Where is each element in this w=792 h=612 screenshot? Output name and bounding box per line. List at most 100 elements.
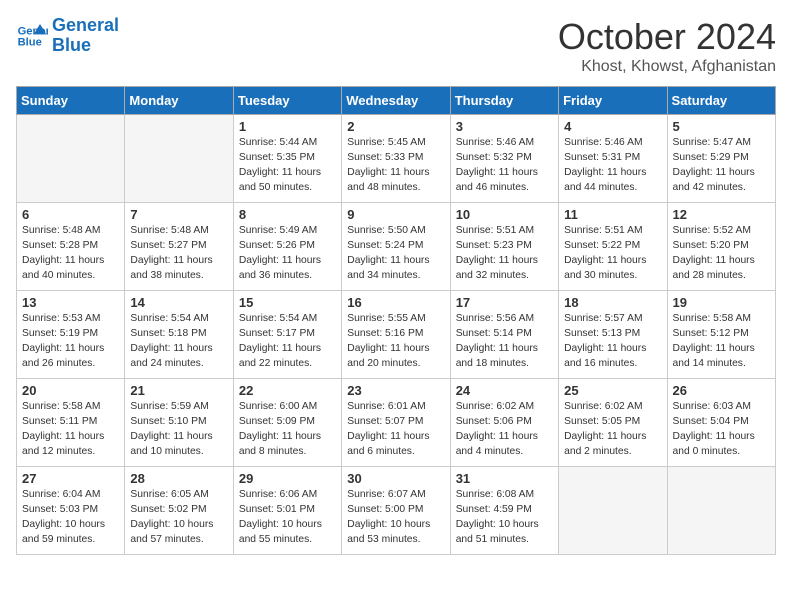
calendar-cell: 4Sunrise: 5:46 AMSunset: 5:31 PMDaylight… <box>559 115 667 203</box>
calendar-week-row: 20 Sunrise: 5:58 AMSunset: 5:11 PMDayligh… <box>17 379 776 467</box>
day-info: Sunrise: 5:48 AMSunset: 5:28 PMDaylight:… <box>22 224 119 284</box>
calendar-cell: 26 Sunrise: 6:03 AMSunset: 5:04 PMDayligh… <box>667 379 775 467</box>
day-number: 8 <box>239 207 336 222</box>
day-number: 16 <box>347 295 444 310</box>
logo: General Blue General Blue <box>16 16 119 56</box>
day-number: 22 <box>239 383 336 398</box>
calendar-cell: 3 Sunrise: 5:46 AMSunset: 5:32 PMDaylight… <box>450 115 558 203</box>
logo-icon: General Blue <box>16 20 48 52</box>
day-number: 20 <box>22 383 119 398</box>
calendar-week-row: 6Sunrise: 5:48 AMSunset: 5:28 PMDaylight… <box>17 203 776 291</box>
calendar-cell: 11Sunrise: 5:51 AMSunset: 5:22 PMDayligh… <box>559 203 667 291</box>
day-info: Sunrise: 5:58 AMSunset: 5:11 PMDaylight:… <box>22 400 119 460</box>
calendar-cell: 12 Sunrise: 5:52 AMSunset: 5:20 PMDayligh… <box>667 203 775 291</box>
calendar-cell: 20 Sunrise: 5:58 AMSunset: 5:11 PMDayligh… <box>17 379 125 467</box>
calendar-week-row: 13 Sunrise: 5:53 AMSunset: 5:19 PMDayligh… <box>17 291 776 379</box>
day-info: Sunrise: 5:49 AMSunset: 5:26 PMDaylight:… <box>239 224 336 284</box>
column-header-sunday: Sunday <box>17 87 125 115</box>
day-info: Sunrise: 6:04 AMSunset: 5:03 PMDaylight:… <box>22 488 119 548</box>
calendar-cell: 1Sunrise: 5:44 AMSunset: 5:35 PMDaylight… <box>233 115 341 203</box>
day-number: 30 <box>347 471 444 486</box>
day-info: Sunrise: 6:07 AMSunset: 5:00 PMDaylight:… <box>347 488 444 548</box>
calendar-cell: 2 Sunrise: 5:45 AMSunset: 5:33 PMDaylight… <box>342 115 450 203</box>
day-number: 28 <box>130 471 227 486</box>
day-number: 19 <box>673 295 770 310</box>
calendar-cell <box>125 115 233 203</box>
day-number: 13 <box>22 295 119 310</box>
day-info: Sunrise: 5:45 AMSunset: 5:33 PMDaylight:… <box>347 136 444 196</box>
column-header-wednesday: Wednesday <box>342 87 450 115</box>
day-info: Sunrise: 5:55 AMSunset: 5:16 PMDaylight:… <box>347 312 444 372</box>
calendar-week-row: 1Sunrise: 5:44 AMSunset: 5:35 PMDaylight… <box>17 115 776 203</box>
day-info: Sunrise: 6:00 AMSunset: 5:09 PMDaylight:… <box>239 400 336 460</box>
day-number: 11 <box>564 207 661 222</box>
day-number: 1 <box>239 119 336 134</box>
day-info: Sunrise: 6:06 AMSunset: 5:01 PMDaylight:… <box>239 488 336 548</box>
day-number: 12 <box>673 207 770 222</box>
location-title: Khost, Khowst, Afghanistan <box>558 58 776 76</box>
logo-text: General Blue <box>52 16 119 56</box>
day-info: Sunrise: 6:03 AMSunset: 5:04 PMDaylight:… <box>673 400 770 460</box>
day-info: Sunrise: 6:05 AMSunset: 5:02 PMDaylight:… <box>130 488 227 548</box>
day-number: 7 <box>130 207 227 222</box>
day-number: 21 <box>130 383 227 398</box>
day-number: 4 <box>564 119 661 134</box>
page-header: General Blue General Blue October 2024 K… <box>16 16 776 76</box>
month-title: October 2024 <box>558 16 776 58</box>
calendar-cell: 14Sunrise: 5:54 AMSunset: 5:18 PMDayligh… <box>125 291 233 379</box>
day-info: Sunrise: 5:54 AMSunset: 5:18 PMDaylight:… <box>130 312 227 372</box>
day-number: 26 <box>673 383 770 398</box>
day-number: 3 <box>456 119 553 134</box>
calendar-cell <box>17 115 125 203</box>
column-header-monday: Monday <box>125 87 233 115</box>
calendar-body: 1Sunrise: 5:44 AMSunset: 5:35 PMDaylight… <box>17 115 776 555</box>
calendar-cell: 7Sunrise: 5:48 AMSunset: 5:27 PMDaylight… <box>125 203 233 291</box>
title-block: October 2024 Khost, Khowst, Afghanistan <box>558 16 776 76</box>
day-number: 5 <box>673 119 770 134</box>
day-info: Sunrise: 5:46 AMSunset: 5:32 PMDaylight:… <box>456 136 553 196</box>
calendar-cell: 17 Sunrise: 5:56 AMSunset: 5:14 PMDayligh… <box>450 291 558 379</box>
day-info: Sunrise: 5:50 AMSunset: 5:24 PMDaylight:… <box>347 224 444 284</box>
calendar-cell: 31Sunrise: 6:08 AMSunset: 4:59 PMDayligh… <box>450 467 558 555</box>
calendar-cell <box>559 467 667 555</box>
calendar-cell: 28 Sunrise: 6:05 AMSunset: 5:02 PMDayligh… <box>125 467 233 555</box>
column-header-tuesday: Tuesday <box>233 87 341 115</box>
day-info: Sunrise: 6:01 AMSunset: 5:07 PMDaylight:… <box>347 400 444 460</box>
day-number: 10 <box>456 207 553 222</box>
day-info: Sunrise: 6:02 AMSunset: 5:06 PMDaylight:… <box>456 400 553 460</box>
day-info: Sunrise: 5:52 AMSunset: 5:20 PMDaylight:… <box>673 224 770 284</box>
calendar-cell: 13 Sunrise: 5:53 AMSunset: 5:19 PMDayligh… <box>17 291 125 379</box>
calendar-header-row: SundayMondayTuesdayWednesdayThursdayFrid… <box>17 87 776 115</box>
day-info: Sunrise: 6:02 AMSunset: 5:05 PMDaylight:… <box>564 400 661 460</box>
calendar-cell: 22 Sunrise: 6:00 AMSunset: 5:09 PMDayligh… <box>233 379 341 467</box>
day-info: Sunrise: 5:47 AMSunset: 5:29 PMDaylight:… <box>673 136 770 196</box>
day-number: 17 <box>456 295 553 310</box>
calendar-cell <box>667 467 775 555</box>
calendar-week-row: 27 Sunrise: 6:04 AMSunset: 5:03 PMDayligh… <box>17 467 776 555</box>
calendar-cell: 18 Sunrise: 5:57 AMSunset: 5:13 PMDayligh… <box>559 291 667 379</box>
day-number: 18 <box>564 295 661 310</box>
calendar-cell: 25 Sunrise: 6:02 AMSunset: 5:05 PMDayligh… <box>559 379 667 467</box>
day-info: Sunrise: 5:51 AMSunset: 5:23 PMDaylight:… <box>456 224 553 284</box>
calendar-cell: 21 Sunrise: 5:59 AMSunset: 5:10 PMDayligh… <box>125 379 233 467</box>
column-header-saturday: Saturday <box>667 87 775 115</box>
day-info: Sunrise: 5:57 AMSunset: 5:13 PMDaylight:… <box>564 312 661 372</box>
day-number: 24 <box>456 383 553 398</box>
day-number: 31 <box>456 471 553 486</box>
day-info: Sunrise: 5:53 AMSunset: 5:19 PMDaylight:… <box>22 312 119 372</box>
day-number: 15 <box>239 295 336 310</box>
day-number: 25 <box>564 383 661 398</box>
svg-text:Blue: Blue <box>18 36 42 48</box>
calendar-cell: 16 Sunrise: 5:55 AMSunset: 5:16 PMDayligh… <box>342 291 450 379</box>
column-header-thursday: Thursday <box>450 87 558 115</box>
calendar-table: SundayMondayTuesdayWednesdayThursdayFrid… <box>16 86 776 555</box>
calendar-cell: 15Sunrise: 5:54 AMSunset: 5:17 PMDayligh… <box>233 291 341 379</box>
day-info: Sunrise: 5:56 AMSunset: 5:14 PMDaylight:… <box>456 312 553 372</box>
calendar-cell: 19Sunrise: 5:58 AMSunset: 5:12 PMDayligh… <box>667 291 775 379</box>
day-number: 27 <box>22 471 119 486</box>
calendar-cell: 8 Sunrise: 5:49 AMSunset: 5:26 PMDaylight… <box>233 203 341 291</box>
calendar-cell: 6Sunrise: 5:48 AMSunset: 5:28 PMDaylight… <box>17 203 125 291</box>
day-info: Sunrise: 5:59 AMSunset: 5:10 PMDaylight:… <box>130 400 227 460</box>
day-number: 23 <box>347 383 444 398</box>
day-number: 2 <box>347 119 444 134</box>
